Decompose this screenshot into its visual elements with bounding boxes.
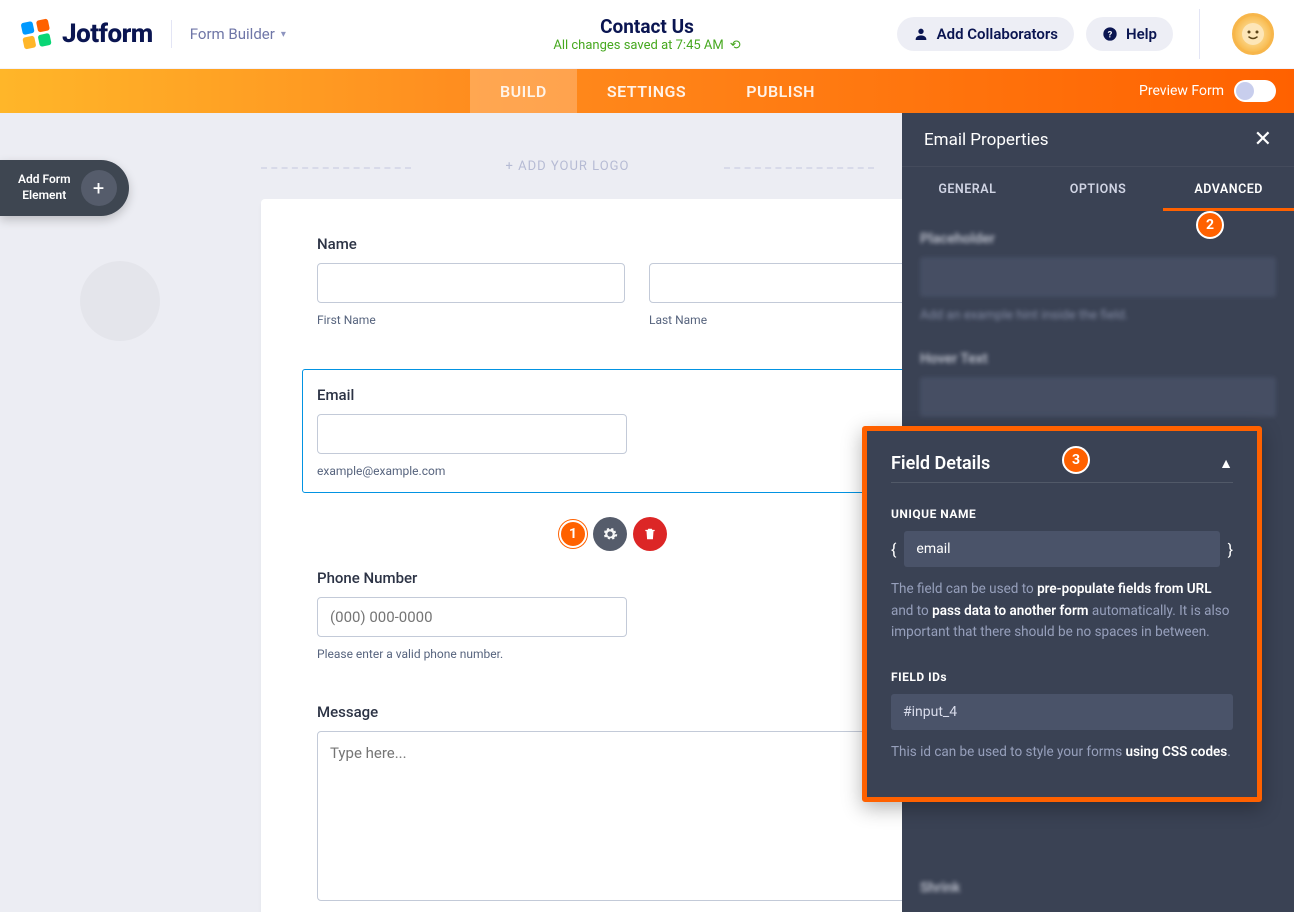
- phone-label: Phone Number: [317, 569, 957, 587]
- gear-icon: [602, 526, 618, 542]
- unique-name-input[interactable]: [904, 531, 1219, 567]
- ptab-general[interactable]: GENERAL: [902, 167, 1033, 211]
- email-input[interactable]: [317, 414, 627, 454]
- field-ids-desc: This id can be used to style your forms …: [891, 742, 1233, 764]
- tab-publish[interactable]: PUBLISH: [716, 69, 845, 113]
- placeholder-hint: Add an example hint inside the field.: [920, 307, 1276, 325]
- field-delete-button[interactable]: [633, 517, 667, 551]
- email-label: Email: [317, 386, 957, 404]
- save-status-text: All changes saved at 7:45 AM: [553, 38, 723, 53]
- revert-icon[interactable]: ⟲: [730, 38, 741, 53]
- panel-header: Email Properties ✕: [902, 113, 1294, 167]
- email-hint: example@example.com: [317, 464, 957, 478]
- divider: [171, 20, 172, 48]
- field-settings-button[interactable]: [593, 517, 627, 551]
- annotation-3: 3: [1062, 446, 1090, 474]
- brace-close: }: [1228, 540, 1233, 559]
- tab-build[interactable]: BUILD: [470, 69, 577, 113]
- name-field[interactable]: Name First Name Last Name: [317, 235, 957, 327]
- ptab-advanced[interactable]: ADVANCED: [1163, 167, 1294, 211]
- prepopulate-link[interactable]: pre-populate fields from URL: [1037, 581, 1211, 597]
- logo[interactable]: Jotform: [20, 17, 153, 51]
- app-header: Jotform Form Builder ▾ Contact Us All ch…: [0, 0, 1294, 69]
- help-button[interactable]: ? Help: [1086, 17, 1173, 51]
- collab-label: Add Collaborators: [937, 25, 1058, 43]
- field-details-callout: Field Details ▲ UNIQUE NAME { } The fiel…: [862, 426, 1262, 802]
- header-right: Add Collaborators ? Help: [897, 9, 1274, 59]
- css-codes-link[interactable]: using CSS codes: [1126, 744, 1228, 760]
- panel-title: Email Properties: [924, 130, 1049, 150]
- field-ids-label: FIELD IDs: [891, 670, 1233, 684]
- hover-section: Hover Text: [920, 351, 1276, 417]
- field-ids-value: #input_4: [891, 694, 1233, 730]
- help-label: Help: [1126, 25, 1157, 43]
- phone-input[interactable]: [317, 597, 627, 637]
- add-element-label: Add FormElement: [18, 172, 71, 203]
- message-label: Message: [317, 703, 957, 721]
- pass-data-link[interactable]: pass data to another form: [932, 603, 1088, 619]
- trash-icon: [643, 527, 657, 541]
- message-input[interactable]: [317, 731, 957, 901]
- help-icon: ?: [1102, 26, 1118, 42]
- avatar[interactable]: [1232, 13, 1274, 55]
- preview-toggle[interactable]: Preview Form: [1139, 69, 1276, 113]
- form-title-block: Contact Us All changes saved at 7:45 AM …: [553, 15, 740, 53]
- annotation-1: 1: [559, 520, 587, 548]
- main-tabs: BUILD SETTINGS PUBLISH Preview Form: [0, 69, 1294, 113]
- placeholder-section: Placeholder Add an example hint inside t…: [920, 231, 1276, 325]
- hover-label: Hover Text: [920, 351, 1276, 367]
- panel-tabs: GENERAL OPTIONS ADVANCED: [902, 167, 1294, 211]
- placeholder-input[interactable]: [920, 257, 1276, 297]
- svg-text:?: ?: [1108, 29, 1113, 40]
- annotation-2: 2: [1196, 211, 1224, 239]
- logo-icon: [20, 17, 54, 51]
- first-name-sublabel: First Name: [317, 313, 625, 327]
- unique-name-desc: The field can be used to pre-populate fi…: [891, 579, 1233, 644]
- plus-icon: +: [81, 170, 117, 206]
- unique-name-section: UNIQUE NAME { } The field can be used to…: [891, 507, 1233, 644]
- shrink-section-label: Shrink: [920, 880, 960, 896]
- add-element-button[interactable]: Add FormElement +: [0, 160, 129, 216]
- breadcrumb-label: Form Builder: [190, 25, 275, 43]
- chevron-down-icon: ▾: [281, 29, 286, 40]
- ptab-options[interactable]: OPTIONS: [1033, 167, 1164, 211]
- person-icon: [913, 26, 929, 42]
- avatar-icon: [1239, 20, 1267, 48]
- save-status: All changes saved at 7:45 AM ⟲: [553, 38, 740, 53]
- tab-settings[interactable]: SETTINGS: [577, 69, 716, 113]
- phone-hint: Please enter a valid phone number.: [317, 647, 957, 661]
- field-details-title: Field Details: [891, 453, 990, 474]
- add-logo-button[interactable]: + ADD YOUR LOGO: [261, 159, 874, 174]
- hover-input[interactable]: [920, 377, 1276, 417]
- name-label: Name: [317, 235, 957, 253]
- first-name-input[interactable]: [317, 263, 625, 303]
- divider: [1199, 9, 1200, 59]
- brace-open: {: [891, 540, 896, 559]
- logo-text: Jotform: [62, 19, 153, 49]
- preview-label: Preview Form: [1139, 83, 1224, 99]
- close-icon[interactable]: ✕: [1254, 127, 1272, 152]
- field-ids-section: FIELD IDs #input_4 This id can be used t…: [891, 670, 1233, 764]
- halo: [80, 261, 160, 341]
- breadcrumb[interactable]: Form Builder ▾: [190, 25, 286, 43]
- phone-field[interactable]: Phone Number Please enter a valid phone …: [317, 569, 957, 661]
- add-collaborators-button[interactable]: Add Collaborators: [897, 17, 1074, 51]
- placeholder-label: Placeholder: [920, 231, 1276, 247]
- message-field[interactable]: Message: [317, 703, 957, 905]
- toggle-icon[interactable]: [1234, 80, 1276, 102]
- unique-name-label: UNIQUE NAME: [891, 507, 1233, 521]
- chevron-up-icon[interactable]: ▲: [1219, 455, 1233, 472]
- form-title[interactable]: Contact Us: [553, 15, 740, 38]
